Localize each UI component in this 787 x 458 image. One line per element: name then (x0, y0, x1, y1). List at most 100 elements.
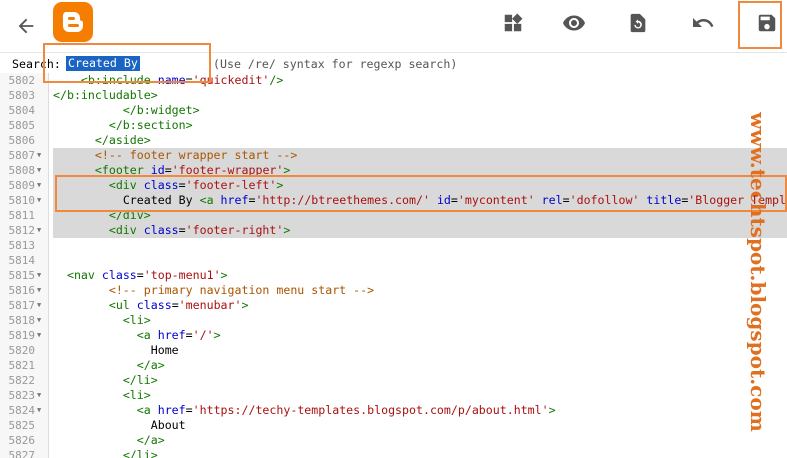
code-line[interactable]: 5806 </aside> (0, 133, 787, 148)
code-token-text: = (136, 268, 144, 282)
code-line[interactable]: 5823 ▼ <li> (0, 388, 787, 403)
code-line[interactable]: 5818 ▼ <li> (0, 313, 787, 328)
code-line[interactable]: 5817 ▼ <ul class='menubar'> (0, 298, 787, 313)
line-number: 5805 (8, 119, 36, 132)
line-number: 5815 (8, 269, 36, 282)
code-token-text: = (185, 328, 193, 342)
code-text: </a> (53, 433, 165, 448)
code-line[interactable]: 5827 </li> (0, 448, 787, 458)
blogger-b-icon (62, 12, 84, 32)
code-token-text: Home (150, 343, 179, 357)
line-number: 5822 (8, 374, 36, 387)
code-token-attr: href (157, 403, 186, 417)
fold-toggle-icon[interactable]: ▼ (37, 298, 41, 313)
fold-toggle-icon[interactable]: ▼ (37, 223, 41, 238)
fold-toggle-icon[interactable]: ▼ (37, 163, 41, 178)
code-line[interactable]: 5805 </b:section> (0, 118, 787, 133)
code-token-tag: /> (269, 73, 284, 87)
code-token-attr: href (157, 328, 186, 342)
fold-toggle-icon[interactable]: ▼ (37, 178, 41, 193)
line-number: 5816 (8, 284, 36, 297)
undo-icon (693, 18, 714, 27)
back-button[interactable] (10, 10, 42, 42)
code-token-text: About (150, 418, 186, 432)
save-button-highlight (738, 1, 782, 49)
code-token-tag: > (548, 403, 556, 417)
code-token-tag: <a (136, 403, 151, 417)
watermark: www.techtspot.blogspot.com (743, 112, 773, 432)
undo-button[interactable] (686, 6, 720, 40)
code-token-comment: <!-- footer wrapper start --> (94, 148, 298, 162)
footer-credit-highlight-box (55, 175, 787, 212)
code-text: </li> (53, 448, 158, 458)
code-text: </b:widget> (53, 103, 200, 118)
line-number: 5823 (8, 389, 36, 402)
code-line[interactable]: 5813 (0, 238, 787, 253)
code-token-tag: </b:includable> (53, 88, 158, 102)
code-token-str: '/' (192, 328, 214, 342)
code-token-str: 'top-menu1' (143, 268, 221, 282)
fold-toggle-icon[interactable]: ▼ (37, 148, 41, 163)
code-line[interactable]: 5815 ▼ <nav class='top-menu1'> (0, 268, 787, 283)
code-line[interactable]: 5826 </a> (0, 433, 787, 448)
fold-toggle-icon[interactable]: ▼ (37, 313, 41, 328)
fold-toggle-icon[interactable]: ▼ (37, 268, 41, 283)
code-token-comment: <!-- primary navigation menu start --> (108, 283, 375, 297)
code-editor[interactable]: 5802 <b:include name='quickedit'/> 5803 </… (0, 73, 787, 458)
code-text: <nav class='top-menu1'> (53, 268, 228, 283)
code-line[interactable]: 5807 ▼ <!-- footer wrapper start --> (0, 148, 787, 163)
code-token-tag: </b:widget> (122, 103, 200, 117)
line-number: 5807 (8, 149, 36, 162)
fold-toggle-icon[interactable]: ▼ (37, 283, 41, 298)
code-line[interactable]: 5820 Home (0, 343, 787, 358)
line-number: 5810 (8, 194, 36, 207)
line-number: 5817 (8, 299, 36, 312)
code-token-text: = (171, 298, 179, 312)
revert-icon (630, 13, 646, 33)
fold-toggle-icon[interactable]: ▼ (37, 193, 41, 208)
code-line[interactable]: 5819 ▼ <a href='/'> (0, 328, 787, 343)
fold-toggle-icon[interactable]: ▼ (37, 328, 41, 343)
code-text: Home (53, 343, 179, 358)
code-token-tag: > (213, 328, 221, 342)
code-token-str: 'https://techy-templates.blogspot.com/p/… (192, 403, 549, 417)
code-token-tag: <ul (108, 298, 130, 312)
line-number: 5813 (8, 239, 36, 252)
code-text: <a href='/'> (53, 328, 221, 343)
line-number: 5820 (8, 344, 36, 357)
code-token-attr: class (136, 298, 172, 312)
code-line[interactable]: 5804 </b:widget> (0, 103, 787, 118)
code-token-text: = (178, 223, 186, 237)
search-hint: (Use /re/ syntax for regexp search) (213, 57, 458, 71)
watermark-text: www.techtspot.blogspot.com (746, 112, 770, 432)
code-token-tag: </aside> (94, 133, 151, 147)
code-token-str: 'menubar' (178, 298, 242, 312)
widgets-button[interactable] (496, 6, 530, 40)
code-line[interactable]: 5812 ▼ <div class='footer-right'> (0, 223, 787, 238)
code-text: </li> (53, 373, 158, 388)
code-text: </a> (53, 358, 165, 373)
code-line[interactable]: 5803 </b:includable> (0, 88, 787, 103)
fold-toggle-icon[interactable]: ▼ (37, 403, 41, 418)
code-token-str: 'footer-right' (185, 223, 284, 237)
code-text: </aside> (53, 133, 151, 148)
code-token-tag: </b:section> (108, 118, 193, 132)
blogger-logo[interactable] (53, 2, 93, 42)
code-line[interactable]: 5822 </li> (0, 373, 787, 388)
code-token-tag: <nav (66, 268, 95, 282)
code-text: About (53, 418, 186, 433)
preview-button[interactable] (557, 6, 591, 40)
code-text: <!-- primary navigation menu start --> (53, 283, 374, 298)
code-line[interactable]: 5814 (0, 253, 787, 268)
revert-button[interactable] (621, 6, 655, 40)
code-line[interactable]: 5816 ▼ <!-- primary navigation menu start… (0, 283, 787, 298)
fold-toggle-icon[interactable]: ▼ (37, 388, 41, 403)
search-highlight-box (43, 43, 211, 83)
code-line[interactable]: 5821 </a> (0, 358, 787, 373)
widgets-icon (504, 13, 523, 32)
code-token-tag: </li> (122, 373, 158, 387)
code-line[interactable]: 5824 ▼ <a href='https://techy-templates.b… (0, 403, 787, 418)
code-line[interactable]: 5825 About (0, 418, 787, 433)
